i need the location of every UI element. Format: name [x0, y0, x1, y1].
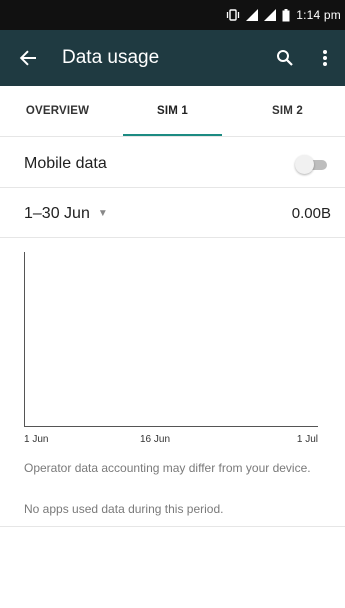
toggle-thumb	[295, 154, 314, 174]
more-vert-icon	[323, 50, 327, 66]
no-apps-note: No apps used data during this period.	[24, 502, 224, 516]
vibrate-icon	[226, 9, 240, 21]
page-title: Data usage	[62, 47, 160, 68]
status-bar: 1:14 pm	[0, 0, 345, 30]
cycle-period: 1–30 Jun	[24, 204, 90, 222]
arrow-back-icon	[19, 50, 36, 66]
search-button[interactable]	[265, 30, 305, 86]
back-button[interactable]	[0, 30, 56, 86]
signal-icon	[246, 9, 259, 21]
chart-x-labels: 1 Jun 16 Jun 1 Jul	[24, 434, 318, 448]
x-label-end: 1 Jul	[296, 434, 318, 445]
mobile-data-toggle[interactable]	[295, 154, 331, 174]
battery-icon	[282, 8, 290, 22]
cycle-selector[interactable]: 1–30 Jun ▼	[24, 205, 292, 223]
sim-tabs: OVERVIEW SIM 1 SIM 2	[0, 86, 345, 137]
signal-icon	[264, 9, 277, 21]
x-label-start: 1 Jun	[24, 434, 49, 445]
tab-sim-2[interactable]: SIM 2	[230, 86, 345, 136]
usage-cycle-row: 1–30 Jun ▼ 0.00B	[0, 190, 345, 238]
chart-y-axis	[24, 252, 25, 426]
more-options-button[interactable]	[305, 30, 345, 86]
status-time: 1:14 pm	[296, 8, 341, 22]
x-label-mid: 16 Jun	[140, 434, 171, 445]
mobile-data-row[interactable]: Mobile data	[0, 140, 345, 188]
accounting-note: Operator data accounting may differ from…	[24, 461, 311, 475]
divider	[0, 526, 345, 527]
usage-total: 0.00B	[291, 205, 331, 222]
chart-x-axis	[24, 426, 318, 427]
mobile-data-label: Mobile data	[24, 154, 107, 172]
tab-sim-1[interactable]: SIM 1	[115, 86, 230, 136]
tab-overview[interactable]: OVERVIEW	[0, 86, 115, 136]
app-toolbar: Data usage	[0, 30, 345, 86]
dropdown-arrow-icon: ▼	[97, 208, 108, 219]
search-icon	[277, 50, 293, 66]
usage-chart	[24, 252, 318, 430]
